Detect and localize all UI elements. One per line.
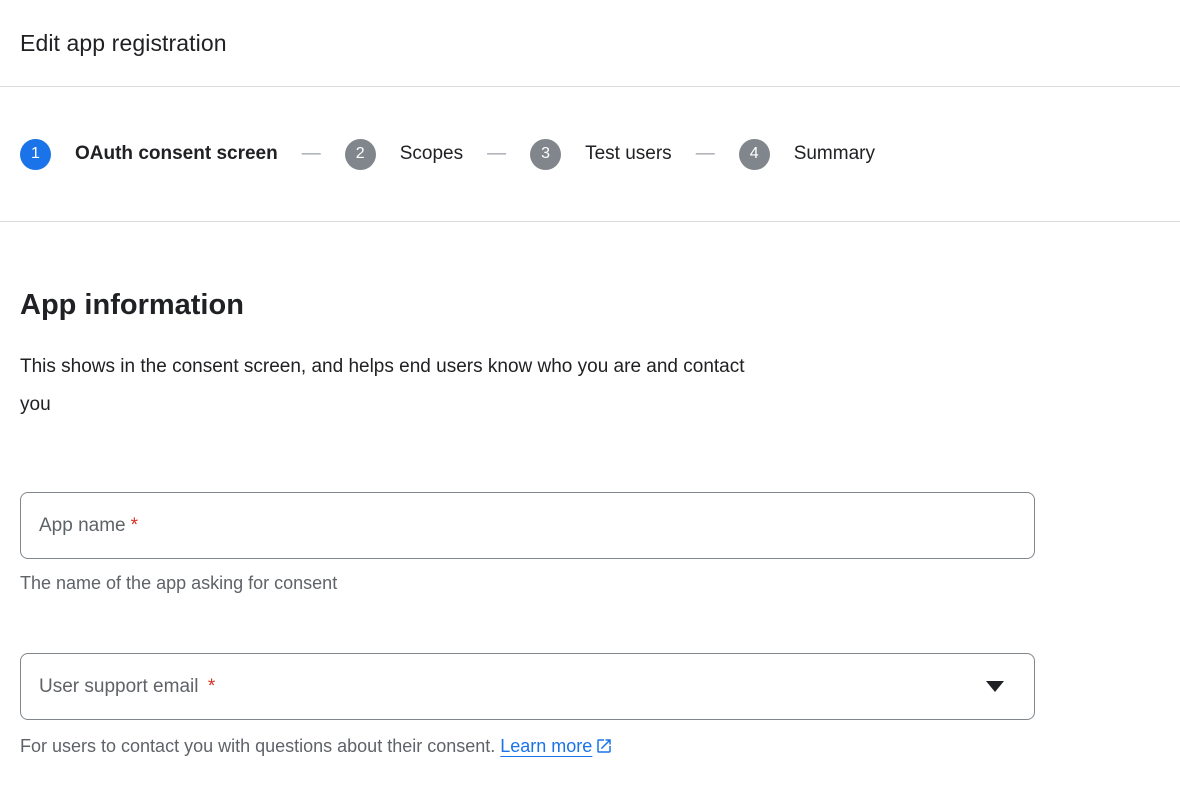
learn-more-link[interactable]: Learn more: [500, 735, 613, 757]
user-support-email-helper-text: For users to contact you with questions …: [20, 735, 1160, 757]
step-2-label: Scopes: [400, 143, 463, 165]
user-support-email-required-asterisk: *: [208, 676, 215, 697]
stepper-step-summary[interactable]: 4 Summary: [739, 139, 875, 170]
app-information-section: App information This shows in the consen…: [0, 288, 1180, 757]
step-4-label: Summary: [794, 143, 875, 165]
stepper-step-scopes[interactable]: 2 Scopes: [345, 139, 463, 170]
section-heading: App information: [20, 288, 1160, 322]
user-support-email-label-wrap: User support email *: [39, 676, 215, 698]
app-name-label: App name: [39, 515, 126, 537]
step-3-number-badge: 3: [530, 139, 561, 170]
open-in-new-icon: [595, 737, 613, 755]
user-support-email-helper-label: For users to contact you with questions …: [20, 736, 495, 756]
stepper-step-oauth-consent-screen[interactable]: 1 OAuth consent screen: [20, 139, 278, 170]
user-support-email-select[interactable]: User support email *: [20, 653, 1035, 720]
wizard-stepper: 1 OAuth consent screen — 2 Scopes — 3 Te…: [0, 87, 1180, 222]
stepper-step-test-users[interactable]: 3 Test users: [530, 139, 672, 170]
learn-more-link-label: Learn more: [500, 735, 592, 757]
page-header: Edit app registration: [0, 0, 1180, 87]
step-1-label: OAuth consent screen: [75, 143, 278, 165]
page-title: Edit app registration: [20, 30, 227, 57]
user-support-email-label: User support email: [39, 676, 198, 697]
step-1-number-badge: 1: [20, 139, 51, 170]
app-name-helper-text: The name of the app asking for consent: [20, 572, 1160, 594]
app-name-required-asterisk: *: [131, 515, 138, 537]
dropdown-arrow-icon: [986, 681, 1004, 692]
step-2-number-badge: 2: [345, 139, 376, 170]
step-separator: —: [696, 143, 715, 165]
app-name-field[interactable]: App name *: [20, 492, 1035, 559]
section-description: This shows in the consent screen, and he…: [20, 348, 860, 424]
step-3-label: Test users: [585, 143, 672, 165]
step-separator: —: [302, 143, 321, 165]
step-4-number-badge: 4: [739, 139, 770, 170]
step-separator: —: [487, 143, 506, 165]
